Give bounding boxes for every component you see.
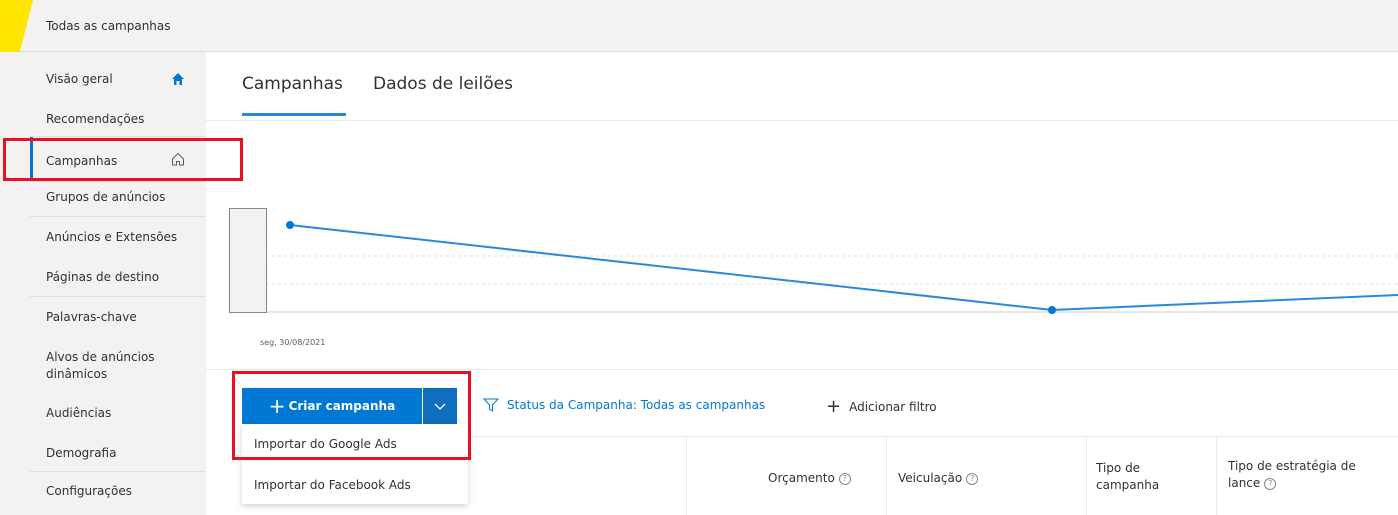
sidebar-item-ads-extensions[interactable]: Anúncios e Extensões [46, 229, 177, 246]
chart-tooltip-box [229, 208, 267, 313]
menu-item-import-facebook-ads[interactable]: Importar do Facebook Ads [254, 478, 411, 492]
sidebar-item-settings[interactable]: Configurações [46, 483, 132, 500]
sidebar-divider [30, 136, 206, 137]
annotation-highlight-campaigns [3, 138, 243, 181]
column-header-delivery[interactable]: Veiculação? [898, 470, 979, 487]
sidebar-item-landing-pages[interactable]: Páginas de destino [46, 269, 159, 286]
sidebar-item-recommendations[interactable]: Recomendações [46, 111, 144, 128]
add-filter-button[interactable]: + Adicionar filtro [826, 398, 937, 416]
tab-campaigns[interactable]: Campanhas [242, 74, 343, 94]
chart-series-line [289, 224, 1398, 312]
chart-date-label: seg, 30/08/2021 [260, 338, 326, 347]
column-header-budget[interactable]: Orçamento? [768, 470, 851, 487]
performance-chart [266, 221, 1398, 314]
sidebar-divider [30, 296, 206, 297]
help-icon[interactable]: ? [838, 472, 851, 485]
column-header-delivery-label: Veiculação [898, 471, 963, 485]
filter-icon [483, 398, 499, 412]
annotation-highlight-create-import [232, 371, 471, 460]
column-separator [1086, 436, 1087, 515]
column-header-bid-strategy-type[interactable]: Tipo de estratégia de lance? [1228, 458, 1373, 492]
help-icon[interactable]: ? [966, 472, 979, 485]
sidebar-divider [30, 181, 206, 182]
active-tab-indicator [242, 113, 346, 116]
sidebar-item-keywords[interactable]: Palavras-chave [46, 309, 137, 326]
help-icon[interactable]: ? [1264, 477, 1277, 490]
sidebar-divider [30, 471, 206, 472]
tabs-divider [206, 120, 1398, 121]
tab-auction-data[interactable]: Dados de leilões [373, 74, 513, 94]
status-filter[interactable]: Status da Campanha: Todas as campanhas [483, 398, 765, 412]
chart-data-point[interactable] [1048, 306, 1056, 314]
sidebar-item-overview[interactable]: Visão geral [46, 71, 113, 88]
column-header-budget-label: Orçamento [768, 471, 835, 485]
table-header-top-border [468, 436, 1398, 437]
column-header-bid-strategy-label: Tipo de estratégia de lance [1228, 459, 1356, 490]
column-separator [1216, 436, 1217, 515]
page-title: Todas as campanhas [46, 19, 171, 33]
status-filter-label: Status da Campanha: Todas as campanhas [507, 398, 766, 412]
column-separator [886, 436, 887, 515]
column-separator [686, 436, 687, 515]
sidebar-item-dynamic-ad-targets[interactable]: Alvos de anúncios dinâmicos [46, 349, 186, 383]
column-header-campaign-type[interactable]: Tipo de campanha [1096, 460, 1176, 494]
sidebar-item-ad-groups[interactable]: Grupos de anúncios [46, 189, 165, 206]
sidebar-divider [30, 216, 206, 217]
plus-icon: + [826, 396, 842, 417]
home-filled-icon [172, 73, 184, 85]
chart-data-point[interactable] [286, 221, 294, 229]
sidebar-item-demographics[interactable]: Demografia [46, 445, 116, 462]
add-filter-label: Adicionar filtro [849, 400, 937, 414]
sidebar-item-audiences[interactable]: Audiências [46, 405, 111, 422]
column-header-campaign-type-label: Tipo de campanha [1096, 461, 1160, 492]
toolbar-divider [206, 369, 1398, 370]
top-bar: Todas as campanhas [0, 0, 1398, 52]
